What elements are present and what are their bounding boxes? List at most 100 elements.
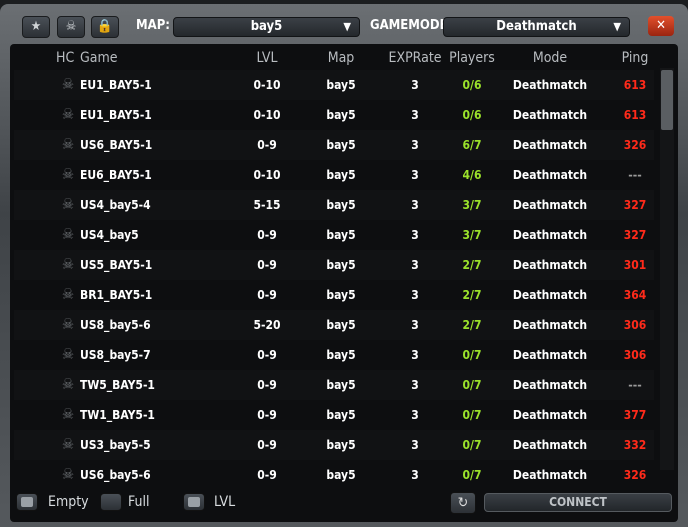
game-name: US3_bay5-5 (80, 438, 151, 452)
ping: 377 (623, 408, 647, 422)
chevron-down-icon: ▼ (343, 20, 351, 33)
map: bay5 (326, 258, 356, 272)
gamemode-dropdown[interactable]: Deathmatch ▼ (443, 17, 630, 37)
column-header-hc[interactable]: HC (56, 50, 74, 66)
map: bay5 (326, 108, 356, 122)
server-row[interactable]: ☠ EU1_BAY5-1 0-10 bay5 3 0/6 Deathmatch 613 (14, 100, 654, 130)
mode: Deathmatch (512, 438, 588, 452)
skull-icon: ☠ (62, 345, 75, 363)
column-header-players[interactable]: Players (449, 50, 495, 66)
ping: 327 (623, 198, 647, 212)
favorites-filter-button[interactable]: ★ (22, 16, 50, 38)
lvl: 0-10 (253, 108, 281, 122)
skull-icon: ☠ (62, 195, 75, 213)
server-row[interactable]: ☠ BR1_BAY5-1 0-9 bay5 3 2/7 Deathmatch 364 (14, 280, 654, 310)
lvl: 0-10 (253, 78, 281, 92)
ping: 613 (623, 108, 647, 122)
ping: 326 (623, 138, 647, 152)
map: bay5 (326, 468, 356, 482)
game-name: EU1_BAY5-1 (80, 108, 152, 122)
skull-icon: ☠ (65, 19, 77, 34)
exp-rate: 3 (411, 408, 419, 422)
exp-rate: 3 (411, 108, 419, 122)
exp-rate: 3 (411, 78, 419, 92)
scrollbar[interactable] (660, 68, 674, 470)
server-row[interactable]: ☠ US6_bay5-6 0-9 bay5 3 0/7 Deathmatch 326 (14, 460, 654, 490)
column-header-ping[interactable]: Ping (622, 50, 649, 66)
filter-full-label: Full (128, 494, 150, 510)
game-name: US4_bay5-4 (80, 198, 151, 212)
filter-empty-checkbox[interactable] (16, 493, 38, 511)
close-icon: ✕ (656, 18, 666, 33)
map: bay5 (326, 378, 356, 392)
column-header-exprate[interactable]: EXPRate (388, 50, 441, 66)
server-row[interactable]: ☠ TW5_BAY5-1 0-9 bay5 3 0/7 Deathmatch --- (14, 370, 654, 400)
server-row[interactable]: ☠ EU6_BAY5-1 0-10 bay5 3 4/6 Deathmatch --- (14, 160, 654, 190)
ping: 301 (623, 258, 647, 272)
server-row[interactable]: ☠ US6_BAY5-1 0-9 bay5 3 6/7 Deathmatch 326 (14, 130, 654, 160)
column-header-lvl[interactable]: LVL (256, 50, 277, 66)
mode: Deathmatch (512, 468, 588, 482)
lvl: 0-9 (257, 408, 277, 422)
column-header-map[interactable]: Map (328, 50, 355, 66)
server-row[interactable]: ☠ US4_bay5-4 5-15 bay5 3 3/7 Deathmatch 327 (14, 190, 654, 220)
map: bay5 (326, 408, 356, 422)
server-row[interactable]: ☠ EU1_BAY5-1 0-10 bay5 3 0/6 Deathmatch 613 (14, 70, 654, 100)
players: 2/7 (462, 318, 482, 332)
column-header-game[interactable]: Game (80, 50, 118, 66)
skull-icon: ☠ (62, 375, 75, 393)
filter-lvl-checkbox[interactable] (183, 493, 205, 511)
lvl: 0-9 (257, 468, 277, 482)
ping: 306 (623, 348, 647, 362)
close-button[interactable]: ✕ (648, 16, 674, 36)
exp-rate: 3 (411, 438, 419, 452)
ping: 364 (623, 288, 647, 302)
server-row[interactable]: ☠ US8_bay5-6 5-20 bay5 3 2/7 Deathmatch 306 (14, 310, 654, 340)
mode: Deathmatch (512, 408, 588, 422)
server-row[interactable]: ☠ US3_bay5-5 0-9 bay5 3 0/7 Deathmatch 332 (14, 430, 654, 460)
skull-icon: ☠ (62, 405, 75, 423)
exp-rate: 3 (411, 378, 419, 392)
exp-rate: 3 (411, 168, 419, 182)
mode: Deathmatch (512, 138, 588, 152)
mode: Deathmatch (512, 228, 588, 242)
skull-icon: ☠ (62, 435, 75, 453)
hardcore-filter-button[interactable]: ☠ (57, 16, 85, 38)
map: bay5 (326, 288, 356, 302)
exp-rate: 3 (411, 198, 419, 212)
skull-icon: ☠ (62, 465, 75, 483)
ping: 326 (623, 468, 647, 482)
lvl: 0-9 (257, 348, 277, 362)
map: bay5 (326, 228, 356, 242)
lvl: 0-10 (253, 168, 281, 182)
map-value: bay5 (250, 19, 283, 34)
exp-rate: 3 (411, 348, 419, 362)
game-name: US8_bay5-7 (80, 348, 151, 362)
lvl: 0-9 (257, 438, 277, 452)
server-row[interactable]: ☠ US4_bay5 0-9 bay5 3 3/7 Deathmatch 327 (14, 220, 654, 250)
skull-icon: ☠ (62, 105, 75, 123)
refresh-icon: ↻ (457, 495, 469, 511)
map-dropdown[interactable]: bay5 ▼ (173, 17, 360, 37)
lvl: 0-9 (257, 378, 277, 392)
game-name: BR1_BAY5-1 (80, 288, 153, 302)
server-row[interactable]: ☠ TW1_BAY5-1 0-9 bay5 3 0/7 Deathmatch 377 (14, 400, 654, 430)
server-row[interactable]: ☠ US8_bay5-7 0-9 bay5 3 0/7 Deathmatch 306 (14, 340, 654, 370)
server-row[interactable]: ☠ US5_BAY5-1 0-9 bay5 3 2/7 Deathmatch 301 (14, 250, 654, 280)
connect-button[interactable]: CONNECT (484, 493, 672, 512)
skull-icon: ☠ (62, 165, 75, 183)
map-label: MAP: (136, 18, 170, 33)
refresh-button[interactable]: ↻ (450, 492, 476, 514)
game-name: US6_bay5-6 (80, 468, 151, 482)
game-name: TW1_BAY5-1 (80, 408, 155, 422)
scrollbar-thumb[interactable] (661, 70, 673, 130)
lock-icon: 🔒 (96, 19, 114, 34)
locked-filter-button[interactable]: 🔒 (91, 16, 119, 38)
mode: Deathmatch (512, 318, 588, 332)
column-header-mode[interactable]: Mode (533, 50, 567, 66)
filter-full-checkbox[interactable] (100, 493, 122, 511)
map: bay5 (326, 138, 356, 152)
map: bay5 (326, 198, 356, 212)
gamemode-label: GAMEMODE: (370, 18, 453, 33)
game-name: US4_bay5 (80, 228, 139, 242)
